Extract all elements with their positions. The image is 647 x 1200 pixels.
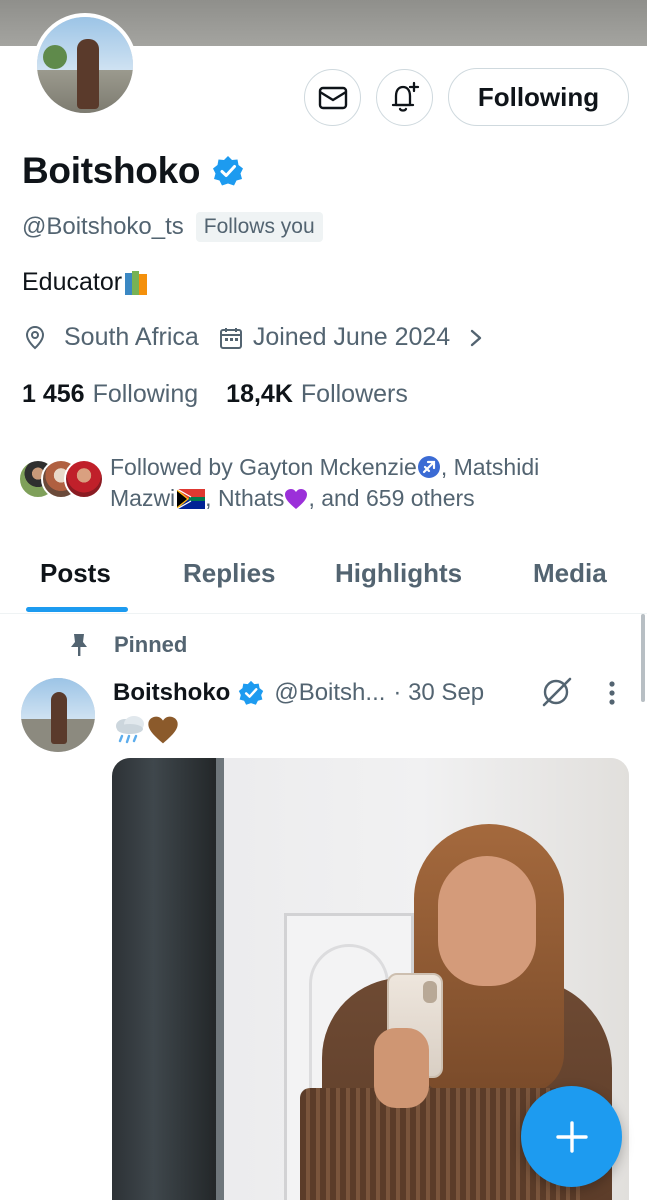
following-label: Following: [92, 380, 199, 408]
grok-icon[interactable]: [540, 676, 574, 708]
compose-button[interactable]: [521, 1086, 622, 1187]
mail-icon: [318, 86, 347, 109]
post-date[interactable]: · 30 Sep: [393, 679, 484, 707]
books-emoji-icon: [124, 270, 148, 296]
location-text: South Africa: [64, 323, 199, 351]
bio-text: Educator: [22, 268, 123, 296]
following-button[interactable]: Following: [448, 68, 629, 126]
followed-by-section[interactable]: Followed by Gayton Mckenzie, Matshidi Maz…: [18, 452, 638, 516]
active-tab-indicator: [26, 607, 128, 612]
profile-handle: @Boitshoko_ts: [22, 213, 184, 240]
brown-heart-icon: [148, 716, 178, 744]
pinned-text: Pinned: [114, 632, 188, 657]
south-africa-flag-icon: [176, 488, 206, 510]
tab-replies[interactable]: Replies: [183, 558, 276, 589]
following-count: 1 456: [22, 380, 85, 408]
notifications-button[interactable]: [376, 69, 433, 126]
profile-tabs: Posts Replies Highlights Media: [0, 548, 647, 614]
display-name: Boitshoko: [22, 150, 201, 191]
post-header: Boitshoko @Boitsh... · 30 Sep: [113, 676, 616, 710]
location-icon: [25, 325, 45, 349]
scrollbar[interactable]: [641, 614, 645, 702]
location-item: South Africa: [22, 323, 199, 352]
post-author-name[interactable]: Boitshoko: [113, 679, 230, 707]
post-text: [113, 714, 179, 746]
message-button[interactable]: [304, 69, 361, 126]
verified-badge-icon[interactable]: [238, 680, 264, 706]
followed-by-text: Followed by Gayton Mckenzie, Matshidi Maz…: [110, 454, 540, 511]
verified-badge-icon[interactable]: [212, 155, 244, 187]
followers-stat[interactable]: 18,4K Followers: [226, 380, 408, 409]
followers-avatar-stack: [18, 459, 104, 503]
joined-item[interactable]: Joined June 2024: [219, 323, 486, 352]
following-stat[interactable]: 1 456 Following: [22, 380, 198, 409]
notification-add-icon: [391, 81, 419, 112]
tab-posts[interactable]: Posts: [40, 558, 111, 589]
joined-text: Joined June 2024: [252, 323, 451, 351]
rain-cloud-emoji-icon: [116, 716, 144, 744]
tab-media[interactable]: Media: [533, 558, 607, 589]
avatar: [64, 459, 104, 499]
tab-highlights[interactable]: Highlights: [335, 558, 462, 589]
followers-count: 18,4K: [226, 380, 293, 408]
profile-avatar[interactable]: [33, 13, 137, 117]
follows-you-badge: Follows you: [195, 212, 323, 242]
pin-icon: [71, 634, 87, 656]
post-author-avatar[interactable]: [21, 678, 95, 752]
chevron-right-icon[interactable]: [466, 326, 486, 350]
compose-plus-icon: [555, 1120, 588, 1153]
post-author-handle[interactable]: @Boitsh...: [274, 679, 385, 707]
profile-bio: Educator: [22, 268, 148, 297]
sagittarius-emoji-icon: [417, 456, 440, 478]
more-icon[interactable]: [608, 680, 616, 706]
purple-heart-icon: [285, 489, 308, 509]
followers-label: Followers: [300, 380, 408, 408]
calendar-icon: [219, 327, 242, 349]
pinned-label: Pinned: [68, 632, 187, 658]
